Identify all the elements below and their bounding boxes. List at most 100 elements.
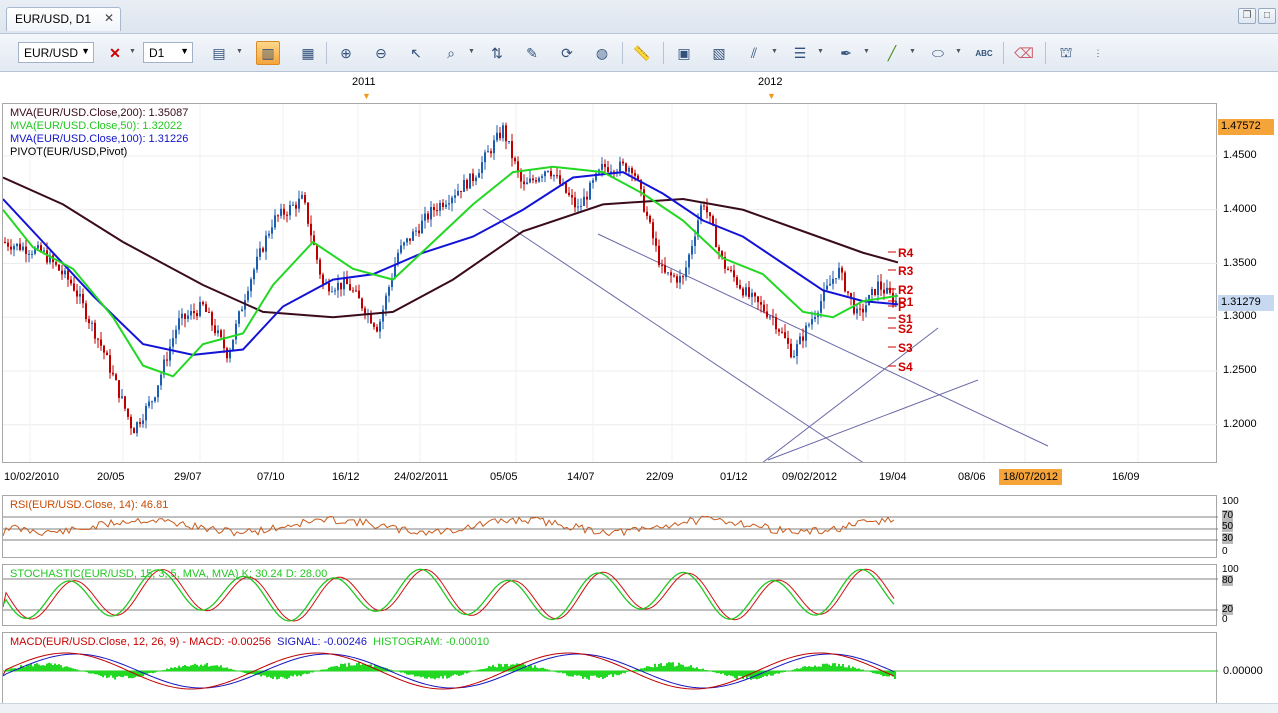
chevron-down-icon[interactable]: ▼ — [909, 48, 916, 55]
candle-body — [247, 291, 249, 301]
pen-icon[interactable]: ✒ — [834, 41, 858, 65]
candle-body — [427, 213, 429, 220]
chart-type-icon[interactable]: ▤ — [207, 41, 231, 65]
candle-body — [634, 173, 636, 176]
template-icon[interactable]: ▧ — [707, 41, 731, 65]
stochastic-legend: STOCHASTIC(EUR/USD, 15, 3, 5, MVA, MVA) … — [10, 568, 328, 580]
timeframe-select[interactable]: D1 ▼ — [143, 42, 193, 63]
trend-channel-line[interactable] — [482, 208, 1004, 557]
horizontal-scrollbar[interactable] — [0, 703, 1278, 713]
price-chart-canvas[interactable]: R4R3R2R1PS1S2S3S4 — [2, 104, 1218, 557]
candle-body — [541, 176, 543, 178]
bars-icon[interactable]: ▦ — [296, 41, 320, 65]
macd-legend: MACD(EUR/USD.Close, 12, 26, 9) - MACD: -… — [10, 636, 489, 648]
globe-icon[interactable]: ◍ — [590, 41, 614, 65]
date-tick: 16/12 — [332, 471, 360, 483]
price-high-badge: 1.47572 — [1218, 119, 1274, 136]
candle-body — [118, 380, 120, 398]
candle-body — [361, 298, 363, 309]
symbol-select[interactable]: EUR/USD ▼ — [18, 42, 94, 63]
candle-body — [265, 235, 267, 252]
candle-body — [19, 243, 21, 250]
price-tick: 1.4500 — [1223, 149, 1257, 161]
chevron-down-icon[interactable]: ▼ — [129, 48, 136, 55]
year-marker-icon[interactable]: ▼ — [767, 91, 776, 101]
candle-body — [190, 311, 192, 316]
candle-body — [505, 125, 507, 142]
hierarchy-icon[interactable]: ⛫ — [1054, 41, 1078, 65]
candle-body — [58, 264, 60, 271]
ellipse-icon[interactable]: ⬭ — [926, 41, 950, 65]
candle-body — [649, 215, 651, 223]
indicator-tick: 80 — [1222, 575, 1234, 586]
indicator-tick: 50 — [1222, 521, 1234, 532]
date-tick: 24/02/2011 — [394, 471, 449, 483]
chevron-down-icon[interactable]: ▼ — [817, 48, 824, 55]
refresh-icon[interactable]: ⟳ — [555, 41, 579, 65]
candle-body — [790, 343, 792, 358]
cursor-icon[interactable]: ↖ — [404, 41, 428, 65]
ma200-line — [2, 176, 899, 319]
candle-body — [232, 339, 234, 352]
candle-body — [379, 321, 381, 332]
trend-channels[interactable] — [482, 208, 1049, 557]
price-pane[interactable]: R4 R3 R2 R1 P S1 S2 S3 S4 MVA(EUR/USD.Close,200)… — [2, 103, 1218, 557]
candle-body — [283, 208, 285, 215]
stochastic-pane[interactable]: STOCHASTIC(EUR/USD, 15, 3, 5, MVA, MVA) … — [2, 564, 1218, 626]
levels-icon[interactable]: ☰ — [788, 41, 812, 65]
tab-eurusd-d1[interactable]: EUR/USD, D1 ✕ — [6, 7, 121, 31]
candle-body — [94, 322, 96, 339]
maximize-window-icon[interactable]: □ — [1258, 8, 1276, 24]
candle-body — [127, 408, 129, 417]
candle-body — [466, 179, 468, 189]
candle-body — [886, 287, 888, 294]
indicator-tick: 100 — [1222, 496, 1239, 507]
rsi-axis: 100 70 50 30 0 — [1218, 495, 1278, 558]
chevron-down-icon[interactable]: ▼ — [468, 48, 475, 55]
date-axis[interactable]: 10/02/2010 20/05 29/07 07/10 16/12 24/02/2011… — [2, 465, 1217, 487]
candle-body — [241, 309, 243, 312]
candle-body — [211, 312, 213, 326]
candle-body — [655, 238, 657, 246]
candlestick-icon[interactable]: ▥ — [256, 41, 280, 65]
line-tool-icon[interactable]: ╱ — [880, 41, 904, 65]
date-tick: 22/09 — [646, 471, 674, 483]
year-marker-icon[interactable]: ▼ — [362, 91, 371, 101]
toolbar-divider — [1045, 42, 1046, 64]
candle-body — [838, 267, 840, 279]
scale-icon[interactable]: ⇅ — [485, 41, 509, 65]
candle-body — [124, 396, 126, 409]
toolbar-overflow-icon[interactable]: ⋮ — [1086, 41, 1110, 65]
edit-indicator-icon[interactable]: ✎ — [520, 41, 544, 65]
date-tick: 09/02/2012 — [782, 471, 838, 483]
candle-body — [661, 265, 663, 267]
price-axis[interactable]: 1.4500 1.4000 1.3500 1.3000 1.2500 1.2000 1.47… — [1218, 103, 1278, 463]
chevron-down-icon[interactable]: ▼ — [771, 48, 778, 55]
magnify-icon[interactable]: ⌕ — [439, 41, 463, 65]
channel-icon[interactable]: ⫽ — [742, 41, 766, 65]
candle-body — [406, 238, 408, 243]
price-tick: 1.3500 — [1223, 256, 1257, 269]
candle-body — [256, 256, 258, 270]
text-tool-icon[interactable]: ABC — [972, 41, 996, 65]
chevron-down-icon[interactable]: ▼ — [236, 48, 243, 55]
chevron-down-icon[interactable]: ▼ — [955, 48, 962, 55]
candle-body — [811, 319, 813, 325]
candle-body — [445, 204, 447, 207]
ruler-icon[interactable]: 📏 — [630, 41, 654, 65]
rsi-pane[interactable]: RSI(EUR/USD.Close, 14): 46.81 — [2, 495, 1218, 558]
picture-icon[interactable]: ▣ — [672, 41, 696, 65]
close-icon[interactable]: ✕ — [104, 11, 114, 25]
date-tick: 29/07 — [174, 471, 202, 483]
zoom-in-icon[interactable]: ⊕ — [334, 41, 358, 65]
eraser-icon[interactable]: ⌫ — [1012, 41, 1036, 65]
date-tick: 16/09 — [1112, 471, 1140, 483]
macd-pane[interactable]: MACD(EUR/USD.Close, 12, 26, 9) - MACD: -… — [2, 632, 1218, 704]
chevron-down-icon[interactable]: ▼ — [863, 48, 870, 55]
candle-body — [565, 182, 567, 193]
zoom-out-icon[interactable]: ⊖ — [369, 41, 393, 65]
crosshair-remove-icon[interactable]: ✕ — [103, 41, 127, 65]
restore-window-icon[interactable]: ❐ — [1238, 8, 1256, 24]
candle-body — [199, 302, 201, 317]
candle-body — [622, 161, 624, 164]
